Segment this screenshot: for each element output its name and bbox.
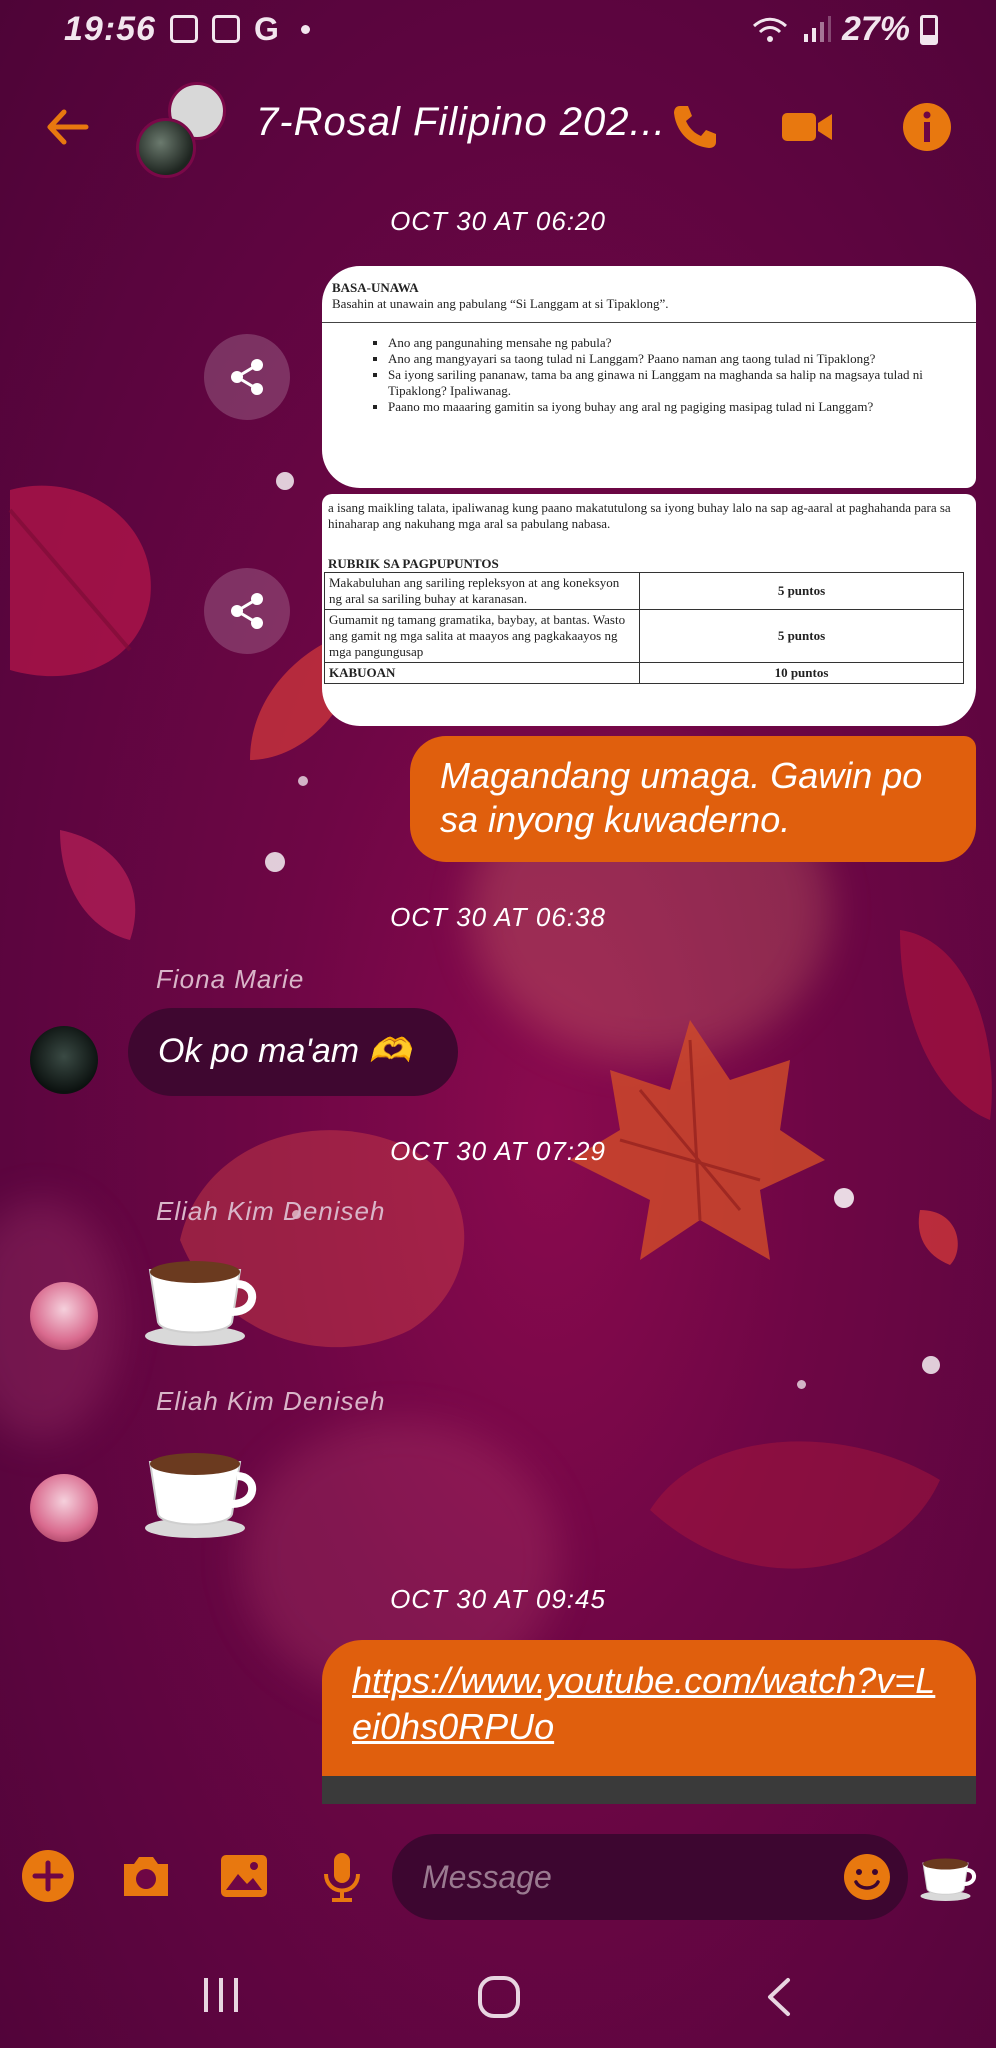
phone-icon[interactable] [668, 100, 722, 154]
signal-icon [803, 15, 831, 42]
table-cell: KABUOAN [324, 662, 640, 684]
notification-icons: G [170, 11, 310, 47]
battery-icon [920, 14, 938, 45]
table-cell: 5 puntos [639, 572, 964, 610]
table-row: Makabuluhan ang sariling repleksyon at a… [324, 572, 964, 610]
system-indicators: 27% [750, 10, 938, 49]
rubric-heading: RUBRIK SA PAGPUPUNTOS [328, 556, 499, 571]
shopee-icon [212, 15, 240, 43]
avatar[interactable] [30, 1474, 98, 1542]
coffee-cup-emoji[interactable] [140, 1442, 260, 1542]
google-icon: G [254, 11, 279, 47]
table-cell: Makabuluhan ang sariling repleksyon at a… [324, 572, 640, 610]
table-row: Gumamit ng tamang gramatika, baybay, at … [324, 609, 964, 663]
video-call-icon[interactable] [780, 100, 834, 154]
rubric-table: Makabuluhan ang sariling repleksyon at a… [324, 572, 964, 684]
emoji-icon[interactable] [842, 1852, 892, 1902]
incoming-message[interactable]: Ok po ma'am 🫶 [128, 1008, 458, 1096]
message-input[interactable] [422, 1852, 802, 1902]
chat-title[interactable]: 7-Rosal Filipino 202... [256, 100, 666, 145]
sender-name: Eliah Kim Deniseh [156, 1386, 386, 1416]
table-cell: 10 puntos [639, 662, 964, 684]
gallery-icon[interactable] [216, 1848, 272, 1904]
table-cell: Gumamit ng tamang gramatika, baybay, at … [324, 609, 640, 663]
timestamp: OCT 30 AT 06:38 [390, 902, 606, 932]
share-button[interactable] [204, 334, 290, 420]
timestamp: OCT 30 AT 07:29 [390, 1136, 606, 1166]
wifi-icon [752, 17, 787, 42]
rubric-intro: a isang maikling talata, ipaliwanag kung… [328, 500, 951, 531]
link-preview-strip [322, 1776, 976, 1804]
sender-name: Eliah Kim Deniseh [156, 1196, 386, 1226]
status-bar: 19:56 G 27% [0, 0, 996, 62]
message-composer [0, 1826, 996, 1926]
add-icon[interactable] [20, 1848, 76, 1904]
coffee-cup-quick-reaction[interactable] [918, 1852, 978, 1904]
list-item: Ano ang mangyayari sa taong tulad ni Lan… [388, 351, 968, 367]
back-icon[interactable] [758, 1974, 798, 2020]
info-icon[interactable] [900, 100, 954, 154]
list-item: Paano mo maaaring gamitin sa iyong buhay… [388, 399, 968, 415]
share-icon [231, 593, 263, 629]
image-message-worksheet[interactable]: BASA-UNAWA Basahin at unawain ang pabula… [322, 266, 976, 488]
timestamp: OCT 30 AT 09:45 [390, 1584, 606, 1614]
outgoing-message[interactable]: Magandang umaga. Gawin po sa inyong kuwa… [410, 736, 976, 862]
group-avatar[interactable] [132, 82, 228, 178]
share-button[interactable] [204, 568, 290, 654]
status-time: 19:56 [64, 10, 156, 48]
recents-icon[interactable] [198, 1974, 244, 2016]
battery-percentage: 27% [841, 10, 910, 48]
dot-icon [300, 24, 310, 34]
table-cell: 5 puntos [639, 609, 964, 663]
image-message-rubric[interactable]: a isang maikling talata, ipaliwanag kung… [322, 494, 976, 726]
avatar[interactable] [30, 1282, 98, 1350]
timestamp: OCT 30 AT 06:20 [390, 206, 606, 236]
coffee-cup-emoji[interactable] [140, 1250, 260, 1350]
avatar[interactable] [30, 1026, 98, 1094]
message-input-box[interactable] [392, 1834, 908, 1920]
question-list: Ano ang pangunahing mensahe ng pabula? A… [388, 335, 968, 415]
chat-header: 7-Rosal Filipino 202... [0, 70, 996, 180]
worksheet-heading: BASA-UNAWA [332, 280, 419, 295]
gallery-icon [170, 15, 198, 43]
list-item: Ano ang pangunahing mensahe ng pabula? [388, 335, 968, 351]
back-arrow-icon[interactable] [42, 102, 92, 152]
share-icon [231, 359, 263, 395]
table-row: KABUOAN 10 puntos [324, 662, 964, 684]
avatar [136, 118, 196, 178]
home-icon[interactable] [476, 1974, 522, 2020]
list-item: Sa iyong sariling pananaw, tama ba ang g… [388, 367, 968, 399]
microphone-icon[interactable] [314, 1848, 370, 1904]
system-navigation-bar [0, 1940, 996, 2048]
camera-icon[interactable] [118, 1848, 174, 1904]
worksheet-intro: Basahin at unawain ang pabulang “Si Lang… [332, 296, 669, 311]
sender-name: Fiona Marie [156, 964, 305, 994]
